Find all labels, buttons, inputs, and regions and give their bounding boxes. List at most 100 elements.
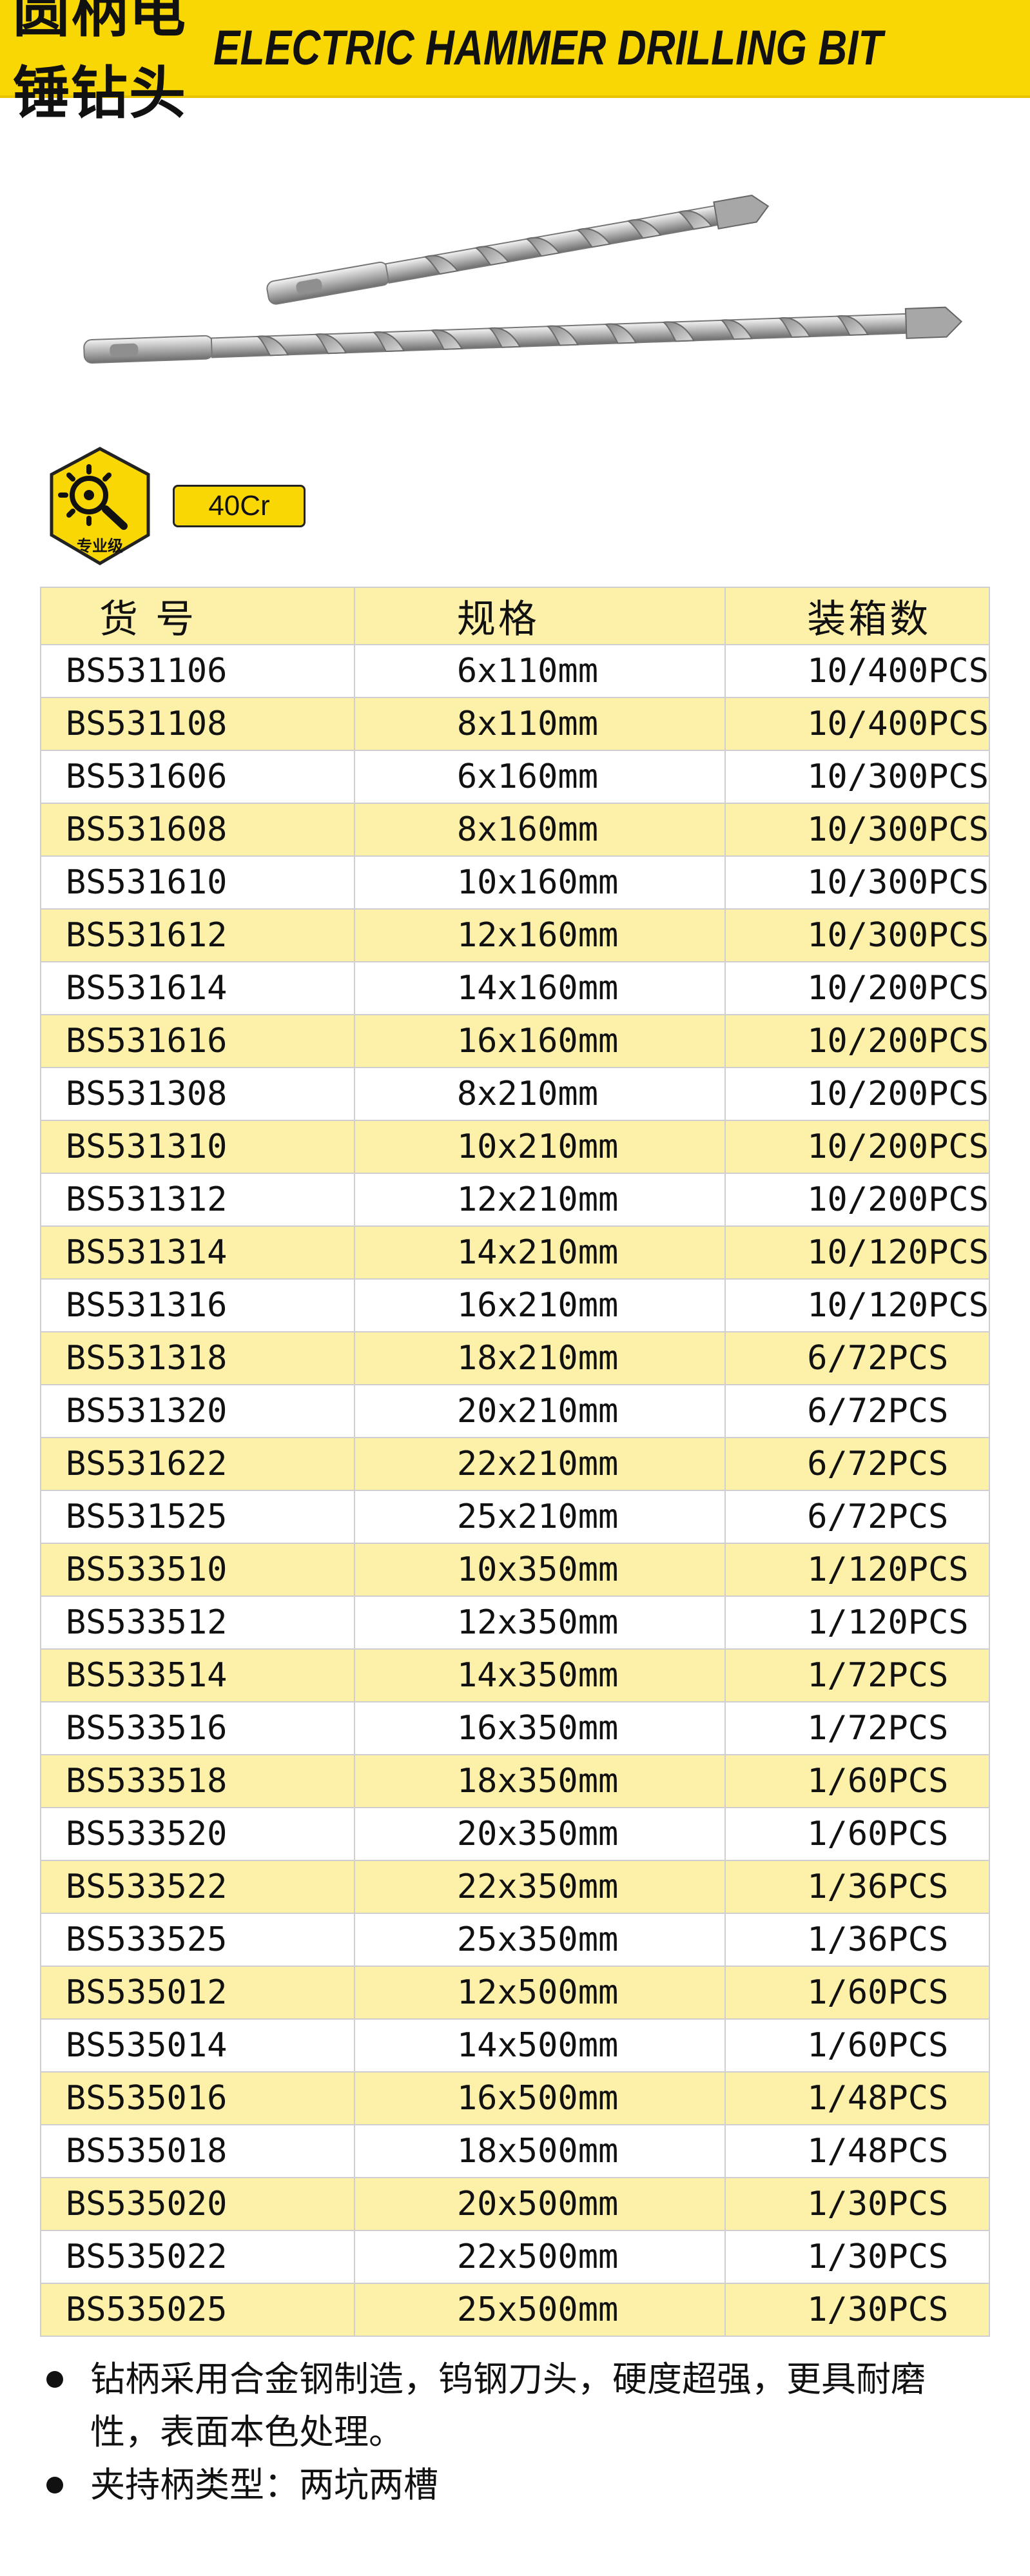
- cell-spec: 20x210mm: [353, 1384, 726, 1438]
- table-row: BS531308 8x210mm 10/200PCS: [40, 1067, 990, 1121]
- cell-item-no: BS531312: [40, 1173, 355, 1227]
- cell-spec: 12x350mm: [353, 1595, 726, 1650]
- cell-packing: 1/60PCS: [724, 1966, 990, 2020]
- table-row: BS533522 22x350mm 1/36PCS: [40, 1860, 990, 1914]
- cell-packing: 1/36PCS: [724, 1860, 990, 1914]
- cell-spec: 6x160mm: [353, 750, 726, 804]
- cell-spec: 22x500mm: [353, 2230, 726, 2284]
- table-row: BS531314 14x210mm 10/120PCS: [40, 1225, 990, 1280]
- title-chinese: 圆柄电锤钻头: [13, 0, 188, 126]
- drill-bits-photo: [83, 194, 963, 364]
- cell-packing: 6/72PCS: [724, 1437, 990, 1491]
- cell-packing: 1/36PCS: [724, 1913, 990, 1967]
- cell-spec: 12x500mm: [353, 1966, 726, 2020]
- cell-packing: 1/72PCS: [724, 1648, 990, 1703]
- cell-packing: 1/60PCS: [724, 1754, 990, 1808]
- cell-packing: 10/400PCS: [724, 697, 990, 751]
- cell-packing: 1/30PCS: [724, 2283, 990, 2337]
- cell-item-no: BS531616: [40, 1014, 355, 1068]
- table-row: BS531310 10x210mm 10/200PCS: [40, 1120, 990, 1174]
- cell-packing: 10/200PCS: [724, 1067, 990, 1121]
- bullet-icon: [46, 2477, 63, 2493]
- cell-packing: 6/72PCS: [724, 1490, 990, 1544]
- cell-spec: 25x350mm: [353, 1913, 726, 1967]
- table-row: BS533514 14x350mm 1/72PCS: [40, 1648, 990, 1703]
- cell-spec: 8x110mm: [353, 697, 726, 751]
- table-row: BS535022 22x500mm 1/30PCS: [40, 2230, 990, 2284]
- cell-spec: 18x350mm: [353, 1754, 726, 1808]
- cell-item-no: BS533510: [40, 1543, 355, 1597]
- cell-item-no: BS533512: [40, 1595, 355, 1650]
- cell-spec: 16x160mm: [353, 1014, 726, 1068]
- bullet-icon: [46, 2371, 63, 2388]
- short-drill-bit: [266, 194, 770, 305]
- table-row: BS531612 12x160mm 10/300PCS: [40, 908, 990, 962]
- cell-item-no: BS531108: [40, 697, 355, 751]
- table-row: BS531622 22x210mm 6/72PCS: [40, 1437, 990, 1491]
- cell-item-no: BS531608: [40, 803, 355, 857]
- cell-item-no: BS533516: [40, 1701, 355, 1755]
- table-row: BS533512 12x350mm 1/120PCS: [40, 1595, 990, 1650]
- cell-spec: 20x500mm: [353, 2177, 726, 2231]
- spec-table-body: BS531106 6x110mm 10/400PCS BS531108 8x110mm 1…: [40, 644, 990, 2337]
- cell-item-no: BS533520: [40, 1807, 355, 1861]
- cell-spec: 22x210mm: [353, 1437, 726, 1491]
- cell-spec: 25x500mm: [353, 2283, 726, 2337]
- cell-item-no: BS535022: [40, 2230, 355, 2284]
- cell-packing: 10/200PCS: [724, 1014, 990, 1068]
- cell-spec: 14x160mm: [353, 961, 726, 1015]
- table-row: BS531606 6x160mm 10/300PCS: [40, 750, 990, 804]
- cell-packing: 1/120PCS: [724, 1543, 990, 1597]
- cell-item-no: BS531310: [40, 1120, 355, 1174]
- table-row: BS531106 6x110mm 10/400PCS: [40, 644, 990, 698]
- cell-spec: 22x350mm: [353, 1860, 726, 1914]
- cell-spec: 6x110mm: [353, 644, 726, 698]
- cell-spec: 10x350mm: [353, 1543, 726, 1597]
- cell-packing: 10/200PCS: [724, 1173, 990, 1227]
- cell-spec: 8x160mm: [353, 803, 726, 857]
- cell-packing: 1/60PCS: [724, 1807, 990, 1861]
- cell-spec: 10x160mm: [353, 855, 726, 910]
- cell-spec: 25x210mm: [353, 1490, 726, 1544]
- product-sheet: 圆柄电锤钻头 ELECTRIC HAMMER DRILLING BIT 专业级 …: [0, 0, 1030, 2576]
- cell-packing: 1/72PCS: [724, 1701, 990, 1755]
- cell-item-no: BS531606: [40, 750, 355, 804]
- cell-item-no: BS531318: [40, 1331, 355, 1385]
- feature-item: 夹持柄类型：两坑两槽: [40, 2459, 987, 2512]
- material-label: 40Cr: [173, 485, 306, 527]
- cell-item-no: BS531316: [40, 1278, 355, 1332]
- cell-packing: 10/120PCS: [724, 1278, 990, 1332]
- cell-item-no: BS531314: [40, 1225, 355, 1280]
- cell-packing: 10/300PCS: [724, 803, 990, 857]
- cell-item-no: BS531614: [40, 961, 355, 1015]
- badge-label: 专业级: [77, 537, 123, 555]
- cell-item-no: BS535018: [40, 2124, 355, 2178]
- feature-text: 夹持柄类型：两坑两槽: [90, 2464, 438, 2505]
- header-packing: 装箱数: [724, 587, 990, 645]
- cell-item-no: BS533518: [40, 1754, 355, 1808]
- table-row: BS531108 8x110mm 10/400PCS: [40, 697, 990, 751]
- cell-item-no: BS531525: [40, 1490, 355, 1544]
- table-row: BS533510 10x350mm 1/120PCS: [40, 1543, 990, 1597]
- cell-item-no: BS535014: [40, 2018, 355, 2073]
- cell-packing: 6/72PCS: [724, 1384, 990, 1438]
- cell-spec: 16x350mm: [353, 1701, 726, 1755]
- table-row: BS535025 25x500mm 1/30PCS: [40, 2283, 990, 2337]
- cell-item-no: BS533525: [40, 1913, 355, 1967]
- cell-item-no: BS531622: [40, 1437, 355, 1491]
- cell-packing: 1/48PCS: [724, 2124, 990, 2178]
- cell-packing: 10/300PCS: [724, 908, 990, 962]
- header-bar: 圆柄电锤钻头 ELECTRIC HAMMER DRILLING BIT: [0, 0, 1030, 126]
- table-row: BS531614 14x160mm 10/200PCS: [40, 961, 990, 1015]
- table-row: BS535014 14x500mm 1/60PCS: [40, 2018, 990, 2073]
- cell-item-no: BS535025: [40, 2283, 355, 2337]
- table-header-row: 货 号 规格 装箱数: [40, 587, 990, 645]
- cell-spec: 14x500mm: [353, 2018, 726, 2073]
- cell-spec: 10x210mm: [353, 1120, 726, 1174]
- professional-grade-icon: 专业级: [50, 447, 150, 565]
- header-spec: 规格: [353, 587, 726, 645]
- table-row: BS531312 12x210mm 10/200PCS: [40, 1173, 990, 1227]
- cell-item-no: BS535020: [40, 2177, 355, 2231]
- table-row: BS533520 20x350mm 1/60PCS: [40, 1807, 990, 1861]
- cell-packing: 1/30PCS: [724, 2230, 990, 2284]
